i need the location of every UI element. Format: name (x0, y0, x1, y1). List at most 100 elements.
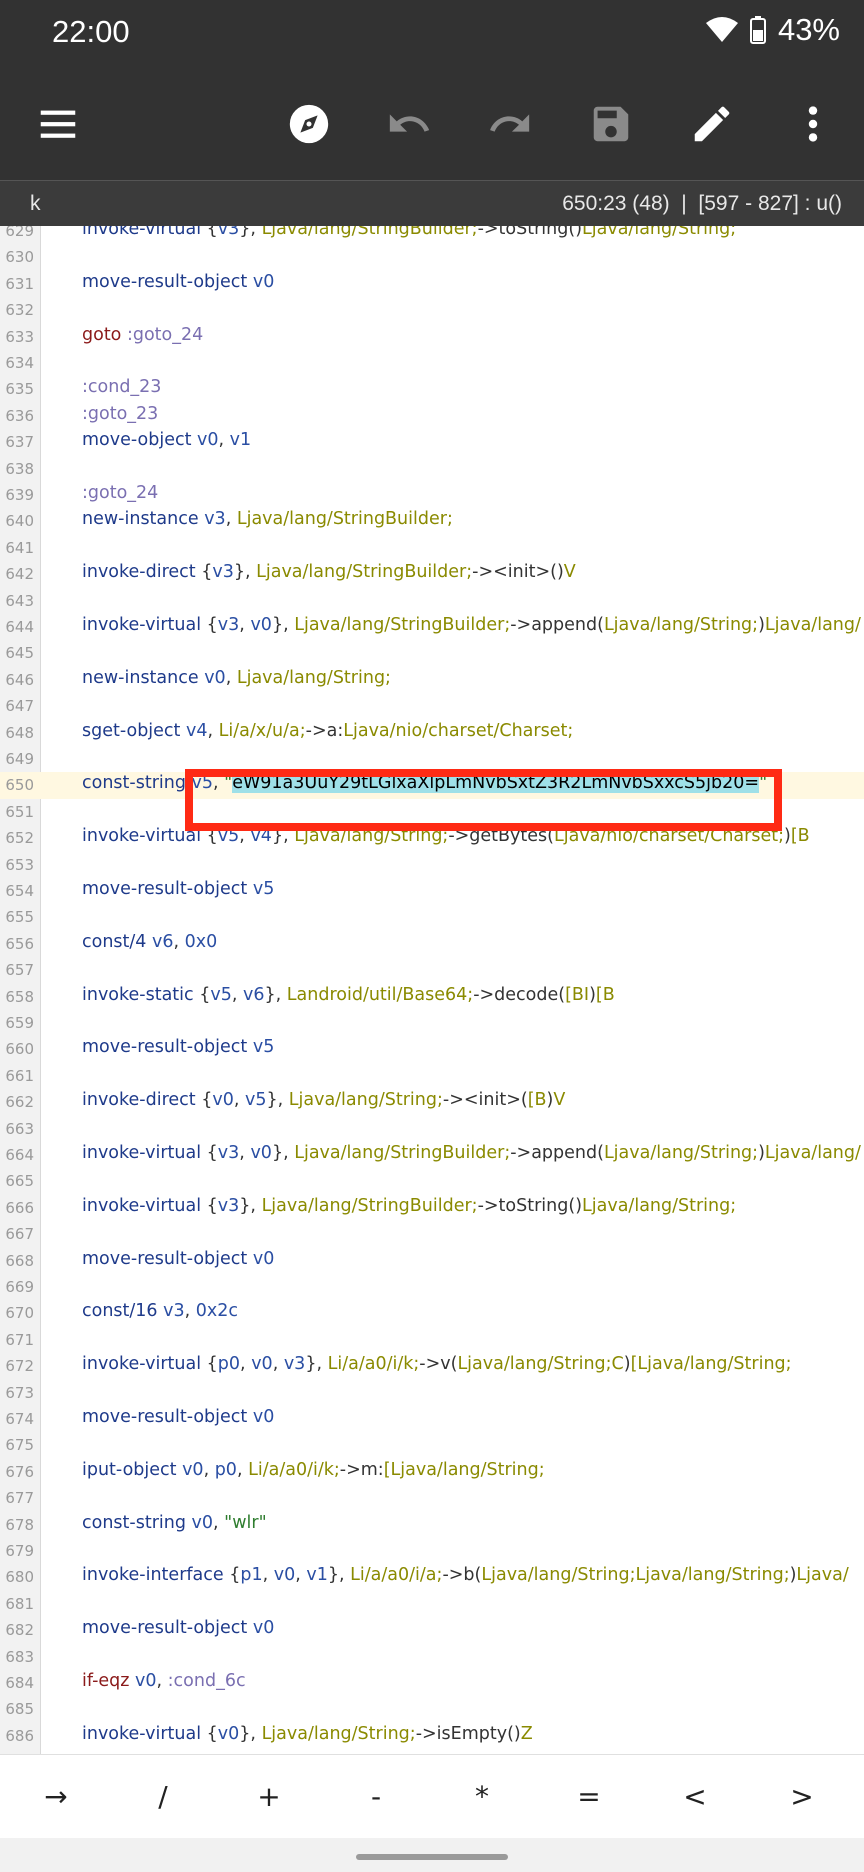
home-handle[interactable] (356, 1854, 508, 1860)
code-line[interactable]: 636:goto_23 (0, 403, 864, 429)
code-line[interactable]: 638 (0, 456, 864, 482)
code-line[interactable]: 661 (0, 1063, 864, 1089)
code-line[interactable]: 643 (0, 588, 864, 614)
code-line[interactable]: 662 invoke-direct {v0, v5}, Ljava/lang/St… (0, 1089, 864, 1115)
code-line[interactable]: 629 invoke-virtual {v3}, Ljava/lang/Strin… (0, 226, 864, 244)
symbol-key[interactable]: → (26, 1773, 86, 1821)
code-token: ->append( (510, 1143, 604, 1163)
code-token: ->decode( (473, 984, 566, 1005)
code-line[interactable]: 685 (0, 1696, 864, 1722)
code-line[interactable]: 639:goto_24 (0, 482, 864, 508)
code-token: ->append( (510, 615, 604, 635)
code-line[interactable]: 632 (0, 297, 864, 323)
code-line[interactable]: 637 move-object v0, v1 (0, 429, 864, 455)
code-text: const/4 v6, 0x0 (82, 932, 217, 952)
code-editor[interactable]: 629 invoke-virtual {v3}, Ljava/lang/Strin… (0, 226, 864, 1754)
code-line[interactable]: 630 (0, 244, 864, 270)
code-line[interactable]: 645 (0, 640, 864, 666)
code-line[interactable]: 654 move-result-object v5 (0, 878, 864, 904)
code-line[interactable]: 657 (0, 957, 864, 983)
menu-icon[interactable] (30, 96, 86, 152)
code-line[interactable]: 642 invoke-direct {v3}, Ljava/lang/String… (0, 561, 864, 587)
code-line[interactable]: 656 const/4 v6, 0x0 (0, 931, 864, 957)
code-line[interactable]: 672 invoke-virtual {p0, v0, v3}, Li/a/a0/… (0, 1353, 864, 1379)
redo-icon[interactable] (482, 96, 538, 152)
code-line[interactable]: 640 new-instance v3, Ljava/lang/StringBui… (0, 508, 864, 534)
symbol-key[interactable]: = (559, 1773, 619, 1821)
search-term[interactable]: k (30, 192, 41, 216)
code-line[interactable]: 663 (0, 1116, 864, 1142)
code-line[interactable]: 674 move-result-object v0 (0, 1406, 864, 1432)
undo-icon[interactable] (381, 96, 437, 152)
code-line[interactable]: 684 if-eqz v0, :cond_6c (0, 1670, 864, 1696)
symbol-key[interactable]: * (452, 1773, 512, 1821)
symbol-key[interactable]: - (346, 1773, 406, 1821)
code-text: invoke-virtual {p0, v0, v3}, Li/a/a0/i/k… (82, 1354, 792, 1374)
line-number: 652 (5, 829, 34, 848)
code-token: v3 (212, 562, 234, 583)
code-token: ) (575, 1195, 583, 1216)
symbol-key[interactable]: + (239, 1773, 299, 1821)
code-token: p1 (240, 1565, 263, 1586)
code-line[interactable]: 671 (0, 1327, 864, 1353)
code-line[interactable]: 660 move-result-object v5 (0, 1036, 864, 1062)
code-line[interactable]: 670 const/16 v3, 0x2c (0, 1300, 864, 1326)
edit-icon[interactable] (684, 96, 740, 152)
code-line[interactable]: 658 invoke-static {v5, v6}, Landroid/util… (0, 984, 864, 1010)
code-text: move-result-object v0 (82, 272, 274, 292)
code-text: new-instance v0, Ljava/lang/String; (82, 668, 391, 688)
code-line[interactable]: 631 move-result-object v0 (0, 271, 864, 297)
code-line[interactable]: 664 invoke-virtual {v3, v0}, Ljava/lang/S… (0, 1142, 864, 1168)
code-line[interactable]: 677 (0, 1485, 864, 1511)
symbol-key[interactable]: < (665, 1773, 725, 1821)
code-line[interactable]: 635:cond_23 (0, 376, 864, 402)
code-line[interactable]: 673 (0, 1380, 864, 1406)
code-token: [Ljava/lang/String; (383, 1459, 545, 1480)
line-number: 679 (5, 1542, 34, 1560)
code-line[interactable]: 667 (0, 1221, 864, 1247)
code-line[interactable]: 682 move-result-object v0 (0, 1617, 864, 1643)
code-text: if-eqz v0, :cond_6c (82, 1671, 246, 1691)
code-token: { (206, 615, 218, 635)
code-text: :goto_23 (82, 404, 158, 424)
code-line[interactable]: 646 new-instance v0, Ljava/lang/String; (0, 667, 864, 693)
compass-icon[interactable] (281, 96, 337, 152)
line-number: 657 (5, 961, 34, 980)
code-line[interactable]: 634 (0, 350, 864, 376)
code-token: , (173, 931, 185, 952)
code-token: move-result-object (82, 271, 253, 292)
line-number: 664 (5, 1146, 34, 1164)
code-token: p0 (217, 1354, 241, 1375)
save-icon[interactable] (583, 96, 639, 152)
code-line[interactable]: 683 (0, 1644, 864, 1670)
code-line[interactable]: 659 (0, 1010, 864, 1036)
code-line[interactable]: 644 invoke-virtual {v3, v0}, Ljava/lang/S… (0, 614, 864, 640)
code-line[interactable]: 678 const-string v0, "wlr" (0, 1512, 864, 1538)
more-vert-icon[interactable] (785, 96, 841, 152)
code-line[interactable]: 665 (0, 1168, 864, 1194)
code-token: v3 (204, 509, 226, 530)
code-token: }, (266, 1090, 289, 1111)
code-line[interactable]: 641 (0, 535, 864, 561)
code-line[interactable]: 675 (0, 1432, 864, 1458)
code-line[interactable]: 680 invoke-interface {p1, v0, v1}, Li/a/a… (0, 1564, 864, 1590)
code-line[interactable]: 647 (0, 693, 864, 719)
code-token: Ljava/lang/StringBuilder; (261, 226, 478, 239)
line-number: 645 (5, 644, 34, 663)
code-line[interactable]: 648 sget-object v4, Li/a/x/u/a;->a:Ljava/… (0, 720, 864, 746)
code-line[interactable]: 655 (0, 904, 864, 930)
code-line[interactable]: 669 (0, 1274, 864, 1300)
code-line[interactable]: 676 iput-object v0, p0, Li/a/a0/i/k;->m:[… (0, 1459, 864, 1485)
line-number: 669 (5, 1278, 34, 1296)
code-line[interactable]: 653 (0, 852, 864, 878)
symbol-key[interactable]: > (772, 1773, 832, 1821)
code-line[interactable]: 686 invoke-virtual {v0}, Ljava/lang/Strin… (0, 1723, 864, 1749)
code-token: Ljava/ (796, 1565, 849, 1586)
code-line[interactable]: 679 (0, 1538, 864, 1564)
code-line[interactable]: 681 (0, 1591, 864, 1617)
code-line[interactable]: 633 goto :goto_24 (0, 324, 864, 350)
code-line[interactable]: 668 move-result-object v0 (0, 1248, 864, 1274)
code-line[interactable]: 666 invoke-virtual {v3}, Ljava/lang/Strin… (0, 1195, 864, 1221)
code-token: { (199, 984, 211, 1005)
symbol-key[interactable]: / (133, 1773, 193, 1821)
